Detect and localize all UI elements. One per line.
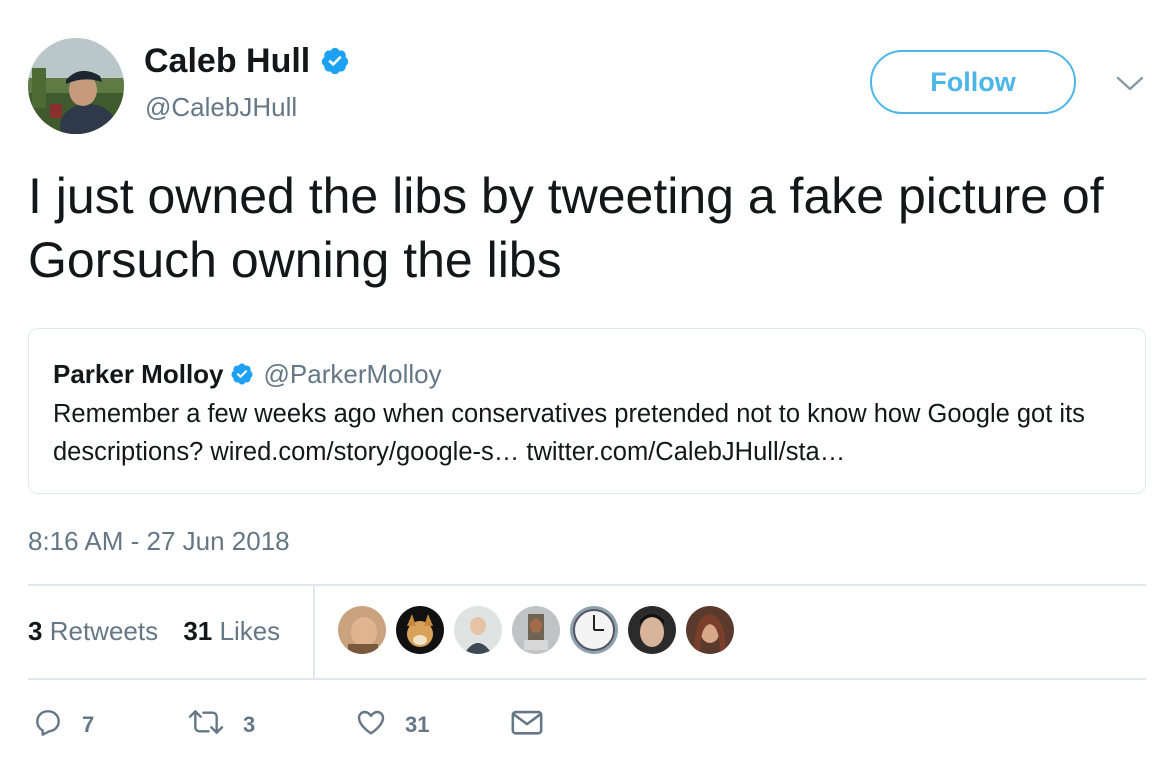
vertical-divider: [313, 585, 315, 679]
retweets-label: Retweets: [49, 616, 159, 646]
reply-icon: [32, 706, 82, 744]
divider: [28, 678, 1146, 680]
liker-avatar[interactable]: [512, 606, 560, 654]
reply-button[interactable]: 7: [32, 706, 187, 744]
tweet-timestamp[interactable]: 8:16 AM - 27 Jun 2018: [28, 526, 290, 557]
retweets-stat[interactable]: 3 Retweets: [28, 616, 158, 647]
engagement-stats: 3 Retweets 31 Likes: [28, 616, 280, 647]
heart-icon: [355, 706, 405, 744]
direct-message-button[interactable]: [510, 706, 562, 744]
retweets-count: 3: [28, 616, 43, 646]
retweet-icon: [187, 706, 243, 744]
tweet-text: I just owned the libs by tweeting a fake…: [28, 168, 1104, 288]
liker-avatar[interactable]: [396, 606, 444, 654]
author-avatar[interactable]: [28, 38, 124, 134]
liker-avatar[interactable]: [454, 606, 502, 654]
likes-count: 31: [183, 616, 213, 646]
author-name[interactable]: Caleb Hull: [144, 42, 350, 85]
liker-avatars: [338, 606, 734, 654]
retweet-button[interactable]: 3: [187, 706, 355, 744]
liker-avatar[interactable]: [628, 606, 676, 654]
like-count: 31: [405, 712, 430, 737]
liker-avatar[interactable]: [338, 606, 386, 654]
divider: [28, 584, 1146, 586]
likes-label: Likes: [219, 616, 281, 646]
like-button[interactable]: 31: [355, 706, 510, 744]
chevron-down-icon[interactable]: [1115, 74, 1145, 99]
retweet-count: 3: [243, 712, 256, 737]
quoted-tweet[interactable]: Parker Molloy @ParkerMolloy Remember a fe…: [28, 328, 1146, 494]
quoted-author-handle: @ParkerMolloy: [263, 359, 442, 389]
tweet-actions: 7 3 31: [32, 706, 562, 744]
follow-button[interactable]: Follow: [870, 50, 1076, 114]
liker-avatar[interactable]: [686, 606, 734, 654]
quoted-author: Parker Molloy @ParkerMolloy: [53, 359, 442, 393]
author-name-text[interactable]: Caleb Hull: [144, 42, 310, 80]
likes-stat[interactable]: 31 Likes: [183, 616, 280, 647]
author-handle[interactable]: @CalebJHull: [145, 92, 297, 123]
envelope-icon: [510, 706, 562, 744]
quoted-author-name: Parker Molloy: [53, 359, 224, 389]
verified-badge-icon: [320, 46, 350, 85]
verified-badge-icon: [230, 362, 254, 393]
liker-avatar[interactable]: [570, 606, 618, 654]
reply-count: 7: [82, 712, 95, 737]
quoted-tweet-text: Remember a few weeks ago when conservati…: [53, 400, 1085, 466]
